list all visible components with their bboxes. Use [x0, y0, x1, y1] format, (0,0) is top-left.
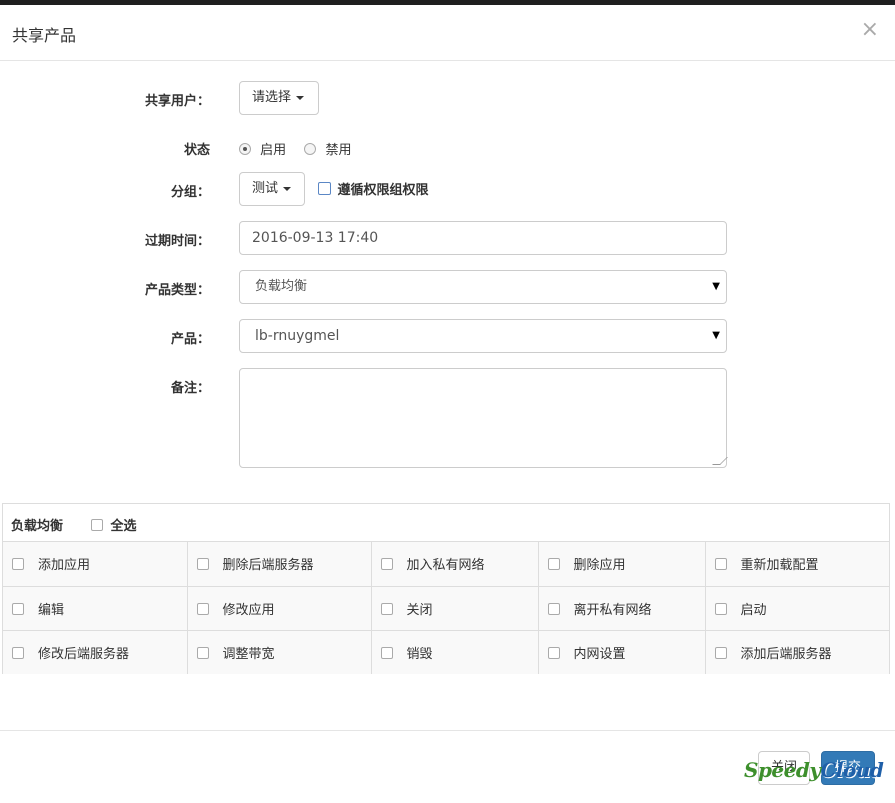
- product-type-select[interactable]: 负载均衡 ▼: [239, 270, 727, 304]
- select-arrow-icon: ▼: [712, 281, 720, 292]
- permission-checkbox[interactable]: [714, 558, 727, 571]
- remark-label: 备注：: [170, 381, 210, 396]
- permission-cell[interactable]: 关闭: [371, 586, 539, 631]
- product-label: 产品：: [170, 332, 210, 347]
- permission-label: 销毁: [406, 646, 433, 662]
- watermark-logo: SpeedyCloud: [744, 758, 884, 782]
- table-row: 编辑 修改应用 关闭 离开私有网络 启动: [3, 586, 889, 631]
- product-value: lb-rnuygmel: [255, 328, 340, 344]
- permission-label: 删除后端服务器: [222, 558, 314, 574]
- status-disabled-label: 禁用: [325, 143, 352, 158]
- permission-cell[interactable]: 添加应用: [3, 542, 188, 587]
- permission-label: 添加后端服务器: [740, 646, 832, 662]
- permission-cell[interactable]: 编辑: [3, 586, 188, 631]
- permission-label: 关闭: [406, 602, 433, 618]
- permission-checkbox[interactable]: [196, 558, 209, 571]
- permission-label: 修改后端服务器: [38, 646, 130, 662]
- chevron-down-icon: [296, 95, 305, 100]
- permission-cell[interactable]: 加入私有网络: [371, 542, 539, 587]
- permission-checkbox[interactable]: [12, 602, 24, 615]
- permission-label: 加入私有网络: [406, 558, 485, 574]
- select-all: 全选: [91, 515, 137, 534]
- resize-handle-icon[interactable]: [712, 457, 728, 465]
- permission-label: 编辑: [38, 602, 65, 618]
- permission-cell[interactable]: 离开私有网络: [538, 586, 706, 631]
- select-arrow-icon: ▼: [712, 330, 720, 341]
- product-select[interactable]: lb-rnuygmel ▼: [239, 319, 727, 353]
- permission-cell[interactable]: 启动: [705, 586, 889, 631]
- permission-label: 删除应用: [573, 558, 626, 574]
- permission-checkbox[interactable]: [547, 558, 560, 571]
- permission-checkbox[interactable]: [547, 602, 560, 615]
- permission-checkbox[interactable]: [12, 646, 24, 659]
- permission-cell[interactable]: 删除后端服务器: [187, 542, 372, 587]
- permission-label: 重新加载配置: [740, 558, 819, 574]
- permission-label: 启动: [740, 602, 767, 618]
- status-enabled-label: 启用: [260, 143, 287, 158]
- follow-permission-group: 遵循权限组权限: [318, 179, 429, 198]
- permission-label: 内网设置: [573, 646, 626, 662]
- modal-header: 共享产品 ×: [0, 5, 895, 61]
- permissions-title: 负载均衡: [11, 519, 64, 534]
- table-row: 修改后端服务器 调整带宽 销毁 内网设置 添加后端服务器: [3, 630, 889, 674]
- permission-label: 添加应用: [38, 558, 91, 574]
- group-value: 测试: [252, 181, 279, 196]
- watermark-part2: Cloud: [820, 758, 884, 782]
- permission-checkbox[interactable]: [714, 646, 727, 659]
- permission-label: 离开私有网络: [573, 602, 652, 618]
- product-type-label: 产品类型：: [144, 283, 210, 298]
- permission-cell[interactable]: 重新加载配置: [705, 542, 889, 587]
- permissions-panel: 负载均衡 全选 添加应用 删除后端服务器 加入私有网络 删除应用 重新加载配置 …: [2, 503, 890, 674]
- permission-checkbox[interactable]: [380, 558, 393, 571]
- permission-checkbox[interactable]: [547, 646, 560, 659]
- permission-cell[interactable]: 内网设置: [538, 630, 706, 674]
- chevron-down-icon: [283, 186, 292, 191]
- status-disabled-radio[interactable]: [304, 143, 317, 155]
- share-user-label: 共享用户：: [144, 94, 210, 109]
- permission-cell[interactable]: 修改后端服务器: [3, 630, 188, 674]
- expire-input[interactable]: 2016-09-13 17:40: [239, 221, 727, 255]
- status-enabled-radio[interactable]: [239, 143, 251, 155]
- select-all-label: 全选: [110, 519, 137, 534]
- modal-title: 共享产品: [12, 26, 77, 45]
- share-user-dropdown[interactable]: 请选择: [239, 81, 319, 115]
- permission-cell[interactable]: 删除应用: [538, 542, 706, 587]
- follow-permission-label: 遵循权限组权限: [337, 183, 429, 198]
- share-user-value: 请选择: [252, 90, 292, 105]
- close-icon[interactable]: ×: [861, 19, 879, 41]
- permission-checkbox[interactable]: [196, 602, 209, 615]
- permissions-header: 负载均衡 全选: [3, 504, 889, 542]
- permission-checkbox[interactable]: [380, 602, 393, 615]
- permissions-table: 添加应用 删除后端服务器 加入私有网络 删除应用 重新加载配置 编辑 修改应用 …: [3, 542, 889, 674]
- status-radio-group: 启用 禁用: [239, 139, 351, 158]
- permission-cell[interactable]: 调整带宽: [187, 630, 372, 674]
- select-all-checkbox[interactable]: [91, 519, 103, 531]
- permission-checkbox[interactable]: [12, 558, 24, 571]
- permission-checkbox[interactable]: [714, 602, 727, 615]
- permission-checkbox[interactable]: [196, 646, 209, 659]
- permission-cell[interactable]: 修改应用: [187, 586, 372, 631]
- permission-checkbox[interactable]: [380, 646, 393, 659]
- group-dropdown[interactable]: 测试: [239, 172, 305, 206]
- product-type-value: 负载均衡: [255, 279, 308, 294]
- permission-label: 修改应用: [222, 602, 275, 618]
- status-label: 状态: [183, 143, 210, 158]
- follow-permission-checkbox[interactable]: [318, 182, 331, 195]
- remark-textarea[interactable]: [239, 368, 728, 468]
- permission-cell[interactable]: 销毁: [371, 630, 539, 674]
- expire-label: 过期时间：: [144, 234, 210, 249]
- permission-cell[interactable]: 添加后端服务器: [705, 630, 889, 674]
- table-row: 添加应用 删除后端服务器 加入私有网络 删除应用 重新加载配置: [3, 542, 889, 587]
- watermark-part1: Speedy: [744, 758, 821, 782]
- group-label: 分组：: [170, 185, 210, 200]
- permission-label: 调整带宽: [222, 646, 275, 662]
